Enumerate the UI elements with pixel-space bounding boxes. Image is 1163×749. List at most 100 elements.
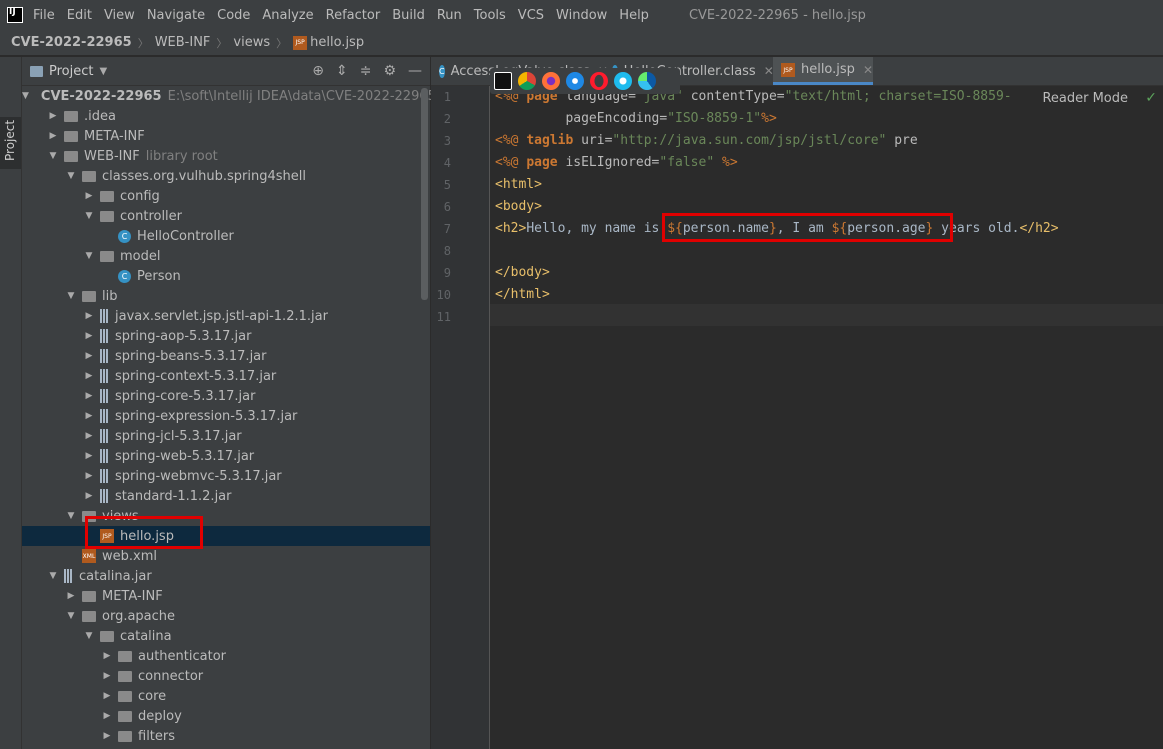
tree-item[interactable]: ▼ catalina	[22, 626, 430, 646]
menu-edit[interactable]: Edit	[67, 8, 92, 23]
tree-item[interactable]: ▶ .idea	[22, 106, 430, 126]
tree-item[interactable]: ▶ config	[22, 186, 430, 206]
menu-build[interactable]: Build	[392, 8, 425, 23]
chevron-right-icon[interactable]: ▶	[84, 431, 94, 441]
menu-refactor[interactable]: Refactor	[326, 8, 381, 23]
tree-item[interactable]: ▼ lib	[22, 286, 430, 306]
tree-item[interactable]: JSP hello.jsp	[22, 526, 430, 546]
code-line[interactable]: <html>	[495, 174, 542, 196]
code-line[interactable]: </body>	[495, 262, 550, 284]
tree-item[interactable]: ▶ META-INF	[22, 586, 430, 606]
firefox-icon[interactable]	[542, 72, 560, 90]
close-icon[interactable]: ✕	[863, 63, 873, 77]
menu-run[interactable]: Run	[437, 8, 462, 23]
chevron-right-icon[interactable]: ▶	[102, 731, 112, 741]
menu-window[interactable]: Window	[556, 8, 607, 23]
chevron-right-icon[interactable]: ▶	[102, 651, 112, 661]
chevron-down-icon[interactable]: ▼	[48, 571, 58, 581]
chevron-down-icon[interactable]: ▼	[84, 631, 94, 641]
reader-mode-button[interactable]: Reader Mode	[1042, 91, 1128, 106]
tree-item[interactable]: ▶ javax.servlet.jsp.jstl-api-1.2.1.jar	[22, 306, 430, 326]
menu-navigate[interactable]: Navigate	[147, 8, 205, 23]
tree-item[interactable]: ▼ CVE-2022-22965 E:\soft\Intellij IDEA\dat…	[22, 86, 436, 106]
safari-icon[interactable]	[566, 72, 584, 90]
chevron-right-icon[interactable]: ▶	[66, 591, 76, 601]
tree-item[interactable]: XML web.xml	[22, 546, 430, 566]
tree-item[interactable]: ▼ org.apache	[22, 606, 430, 626]
breadcrumb-project[interactable]: CVE-2022-22965	[11, 35, 132, 50]
chevron-right-icon[interactable]: ▶	[84, 311, 94, 321]
tree-item[interactable]: ▶ META-INF	[22, 126, 430, 146]
tree-item[interactable]: ▶ spring-expression-5.3.17.jar	[22, 406, 430, 426]
code-line[interactable]: </html>	[495, 284, 550, 306]
tree-item[interactable]: ▼ catalina.jar	[22, 566, 430, 586]
chevron-down-icon[interactable]: ▼	[99, 66, 107, 77]
chevron-down-icon[interactable]: ▼	[48, 151, 58, 161]
collapse-all-icon[interactable]: ≑	[360, 63, 372, 79]
menu-view[interactable]: View	[104, 8, 135, 23]
ie-icon[interactable]	[614, 72, 632, 90]
tree-item[interactable]: ▼ WEB-INF library root	[22, 146, 430, 166]
chevron-down-icon[interactable]: ▼	[84, 211, 94, 221]
tree-item[interactable]: ▶ spring-aop-5.3.17.jar	[22, 326, 430, 346]
intellij-browser-icon[interactable]	[494, 72, 512, 90]
tree-item[interactable]: ▶ authenticator	[22, 646, 430, 666]
code-line[interactable]: <%@ taglib uri="http://java.sun.com/jsp/…	[495, 130, 918, 152]
code-line[interactable]: pageEncoding="ISO-8859-1"%>	[495, 108, 776, 130]
chevron-right-icon[interactable]: ▶	[102, 671, 112, 681]
chevron-down-icon[interactable]: ▼	[66, 171, 76, 181]
chevron-down-icon[interactable]: ▼	[84, 251, 94, 261]
breadcrumb-web-inf[interactable]: WEB-INF	[155, 35, 211, 50]
menu-vcs[interactable]: VCS	[518, 8, 544, 23]
chevron-right-icon[interactable]: ▶	[48, 111, 58, 121]
chevron-right-icon[interactable]: ▶	[84, 191, 94, 201]
locate-icon[interactable]: ⊕	[312, 63, 324, 79]
tree-item[interactable]: ▶ connector	[22, 666, 430, 686]
tree-item[interactable]: C Person	[22, 266, 430, 286]
tree-item[interactable]: ▼ views	[22, 506, 430, 526]
code-line[interactable]: <body>	[495, 196, 542, 218]
chevron-right-icon[interactable]: ▶	[84, 491, 94, 501]
opera-icon[interactable]	[590, 72, 608, 90]
project-panel-title[interactable]: Project	[49, 64, 93, 79]
menu-tools[interactable]: Tools	[474, 8, 506, 23]
chevron-down-icon[interactable]: ▼	[66, 291, 76, 301]
tree-item[interactable]: ▶ core	[22, 686, 430, 706]
chevron-right-icon[interactable]: ▶	[102, 711, 112, 721]
menu-analyze[interactable]: Analyze	[262, 8, 313, 23]
tree-item[interactable]: ▼ controller	[22, 206, 430, 226]
chevron-right-icon[interactable]: ▶	[84, 451, 94, 461]
breadcrumb-views[interactable]: views	[233, 35, 270, 50]
tree-item[interactable]: ▶ spring-webmvc-5.3.17.jar	[22, 466, 430, 486]
chevron-right-icon[interactable]: ▶	[84, 331, 94, 341]
menu-file[interactable]: File	[33, 8, 55, 23]
chevron-right-icon[interactable]: ▶	[84, 471, 94, 481]
tree-item[interactable]: ▼ model	[22, 246, 430, 266]
tab-hello-jsp[interactable]: JSP hello.jsp ✕	[773, 57, 873, 85]
chevron-right-icon[interactable]: ▶	[84, 411, 94, 421]
tree-item[interactable]: ▶ spring-beans-5.3.17.jar	[22, 346, 430, 366]
edge-icon[interactable]	[638, 72, 656, 90]
tree-item[interactable]: ▶ standard-1.1.2.jar	[22, 486, 430, 506]
tree-item[interactable]: ▶ spring-web-5.3.17.jar	[22, 446, 430, 466]
gear-icon[interactable]: ⚙	[383, 63, 396, 79]
chevron-down-icon[interactable]: ▼	[66, 611, 76, 621]
chevron-down-icon[interactable]: ▼	[22, 91, 29, 101]
tree-item[interactable]: ▼ classes.org.vulhub.spring4shell	[22, 166, 430, 186]
minimize-icon[interactable]: —	[408, 63, 422, 79]
chevron-right-icon[interactable]: ▶	[48, 131, 58, 141]
chevron-right-icon[interactable]: ▶	[102, 691, 112, 701]
breadcrumb-file[interactable]: hello.jsp	[310, 35, 364, 50]
chrome-icon[interactable]	[518, 72, 536, 90]
tree-item[interactable]: ▶ deploy	[22, 706, 430, 726]
code-line[interactable]: <%@ page isELIgnored="false" %>	[495, 152, 738, 174]
project-tool-tab[interactable]: Project	[0, 117, 21, 169]
tree-item[interactable]: ▶ spring-core-5.3.17.jar	[22, 386, 430, 406]
tree-item[interactable]: ▶ filters	[22, 726, 430, 746]
tree-item[interactable]: ▶ spring-context-5.3.17.jar	[22, 366, 430, 386]
tree-item[interactable]: ▶ spring-jcl-5.3.17.jar	[22, 426, 430, 446]
chevron-down-icon[interactable]: ▼	[66, 511, 76, 521]
tree-scrollbar[interactable]	[421, 88, 428, 300]
chevron-right-icon[interactable]: ▶	[84, 371, 94, 381]
chevron-right-icon[interactable]: ▶	[84, 391, 94, 401]
